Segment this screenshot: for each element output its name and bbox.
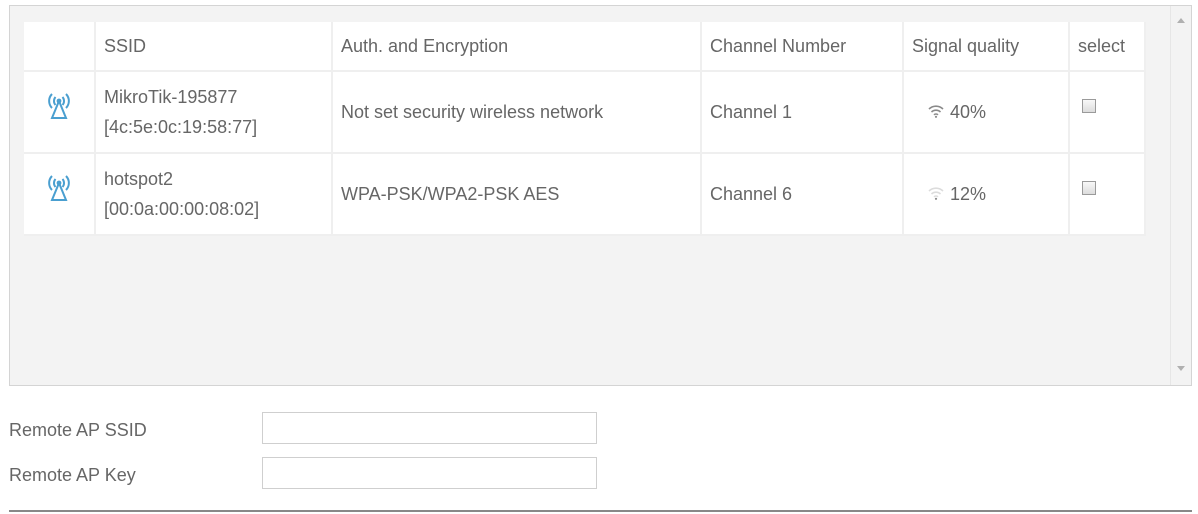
signal-cell: 40% — [904, 72, 1070, 154]
remote-ap-ssid-input[interactable] — [262, 412, 597, 444]
select-checkbox[interactable] — [1082, 180, 1096, 195]
bssid-mac: [4c:5e:0c:19:58:77] — [104, 117, 258, 137]
ap-scan-table: SSID Auth. and Encryption Channel Number… — [24, 22, 1146, 236]
table-row[interactable]: hotspot2 [00:0a:00:00:08:02] WPA-PSK/WPA… — [24, 154, 1146, 236]
scan-results-panel: SSID Auth. and Encryption Channel Number… — [9, 5, 1192, 386]
scroll-down-arrow-icon[interactable] — [1177, 366, 1185, 371]
remote-ap-ssid-label: Remote AP SSID — [9, 420, 147, 440]
header-select: select — [1070, 22, 1146, 72]
access-point-icon — [46, 93, 72, 124]
select-checkbox[interactable] — [1082, 98, 1096, 113]
ssid-cell: MikroTik-195877 [4c:5e:0c:19:58:77] — [96, 72, 333, 154]
header-ssid: SSID — [96, 22, 333, 72]
signal-value: 40% — [950, 101, 987, 122]
auth-cell: WPA-PSK/WPA2-PSK AES — [333, 154, 702, 236]
wifi-signal-icon — [928, 184, 944, 205]
header-channel: Channel Number — [702, 22, 904, 72]
bssid-mac: [00:0a:00:00:08:02] — [104, 199, 260, 219]
remote-ap-key-label: Remote AP Key — [9, 465, 136, 485]
ap-icon-cell — [24, 72, 96, 154]
signal-cell: 12% — [904, 154, 1070, 236]
ap-icon-cell — [24, 154, 96, 236]
access-point-icon — [46, 175, 72, 206]
channel-cell: Channel 1 — [702, 72, 904, 154]
table-row[interactable]: MikroTik-195877 [4c:5e:0c:19:58:77] Not … — [24, 72, 1146, 154]
header-signal: Signal quality — [904, 22, 1070, 72]
scroll-up-arrow-icon[interactable] — [1177, 18, 1185, 23]
signal-value: 12% — [950, 183, 987, 204]
vertical-scrollbar[interactable] — [1170, 6, 1191, 385]
select-cell — [1070, 154, 1146, 236]
ssid-name: MikroTik-195877 — [104, 87, 238, 107]
bottom-divider — [9, 510, 1192, 512]
header-icon-cell — [24, 22, 96, 72]
remote-ap-key-input[interactable] — [262, 457, 597, 489]
auth-cell: Not set security wireless network — [333, 72, 702, 154]
select-cell — [1070, 72, 1146, 154]
header-auth: Auth. and Encryption — [333, 22, 702, 72]
ssid-cell: hotspot2 [00:0a:00:00:08:02] — [96, 154, 333, 236]
wifi-signal-icon — [928, 102, 944, 123]
ssid-name: hotspot2 — [104, 169, 174, 189]
channel-cell: Channel 6 — [702, 154, 904, 236]
table-header-row: SSID Auth. and Encryption Channel Number… — [24, 22, 1146, 72]
